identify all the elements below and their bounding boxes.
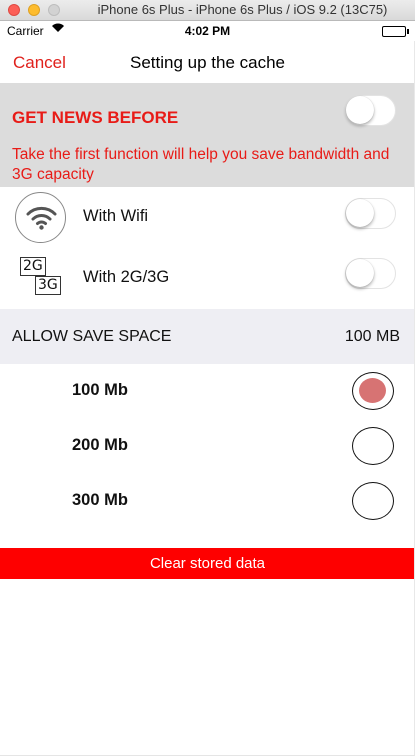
mobile-data-toggle[interactable] xyxy=(345,258,396,289)
radio-button[interactable] xyxy=(352,372,394,410)
option-label: 300 Mb xyxy=(72,491,128,509)
mobile-network-icon: 2G 3G xyxy=(20,257,62,299)
icon-2g-label: 2G xyxy=(20,257,46,276)
zoom-window-button[interactable] xyxy=(48,4,60,16)
radio-selected-dot xyxy=(359,378,386,403)
navigation-bar: Cancel Setting up the cache xyxy=(0,41,415,83)
window-title: iPhone 6s Plus - iPhone 6s Plus / iOS 9.… xyxy=(97,2,388,17)
wifi-toggle[interactable] xyxy=(345,198,396,229)
close-window-button[interactable] xyxy=(8,4,20,16)
save-space-header: ALLOW SAVE SPACE 100 MB xyxy=(0,309,415,364)
option-200mb[interactable]: 200 Mb xyxy=(0,419,415,474)
option-100mb[interactable]: 100 Mb xyxy=(0,364,415,419)
page-title: Setting up the cache xyxy=(129,53,285,72)
simulator-title-bar: iPhone 6s Plus - iPhone 6s Plus / iOS 9.… xyxy=(0,0,415,21)
wifi-row: With Wifi xyxy=(0,187,415,248)
get-news-section: GET NEWS BEFORE Take the first function … xyxy=(0,83,415,187)
wifi-label: With Wifi xyxy=(83,207,149,225)
mobile-data-label: With 2G/3G xyxy=(83,268,170,286)
option-label: 100 Mb xyxy=(72,381,128,399)
toggle-knob xyxy=(346,199,374,227)
radio-button[interactable] xyxy=(352,427,394,465)
wifi-icon xyxy=(15,192,66,243)
toggle-knob xyxy=(346,96,374,124)
icon-3g-label: 3G xyxy=(35,276,61,295)
radio-button[interactable] xyxy=(352,482,394,520)
option-label: 200 Mb xyxy=(72,436,128,454)
get-news-description: Take the first function will help you sa… xyxy=(12,146,390,183)
save-space-label: ALLOW SAVE SPACE xyxy=(12,328,172,345)
get-news-heading: GET NEWS BEFORE xyxy=(12,108,179,127)
battery-icon xyxy=(382,26,406,37)
status-time: 4:02 PM xyxy=(184,24,231,38)
minimize-window-button[interactable] xyxy=(28,4,40,16)
mobile-data-row: 2G 3G With 2G/3G xyxy=(0,248,415,309)
status-bar: Carrier 4:02 PM xyxy=(0,21,415,41)
option-300mb[interactable]: 300 Mb xyxy=(0,474,415,529)
battery-tip-icon xyxy=(407,29,409,34)
save-space-value: 100 MB xyxy=(344,328,400,345)
toggle-knob xyxy=(346,259,374,287)
get-news-toggle[interactable] xyxy=(345,95,396,126)
clear-stored-data-button[interactable]: Clear stored data xyxy=(0,548,415,579)
